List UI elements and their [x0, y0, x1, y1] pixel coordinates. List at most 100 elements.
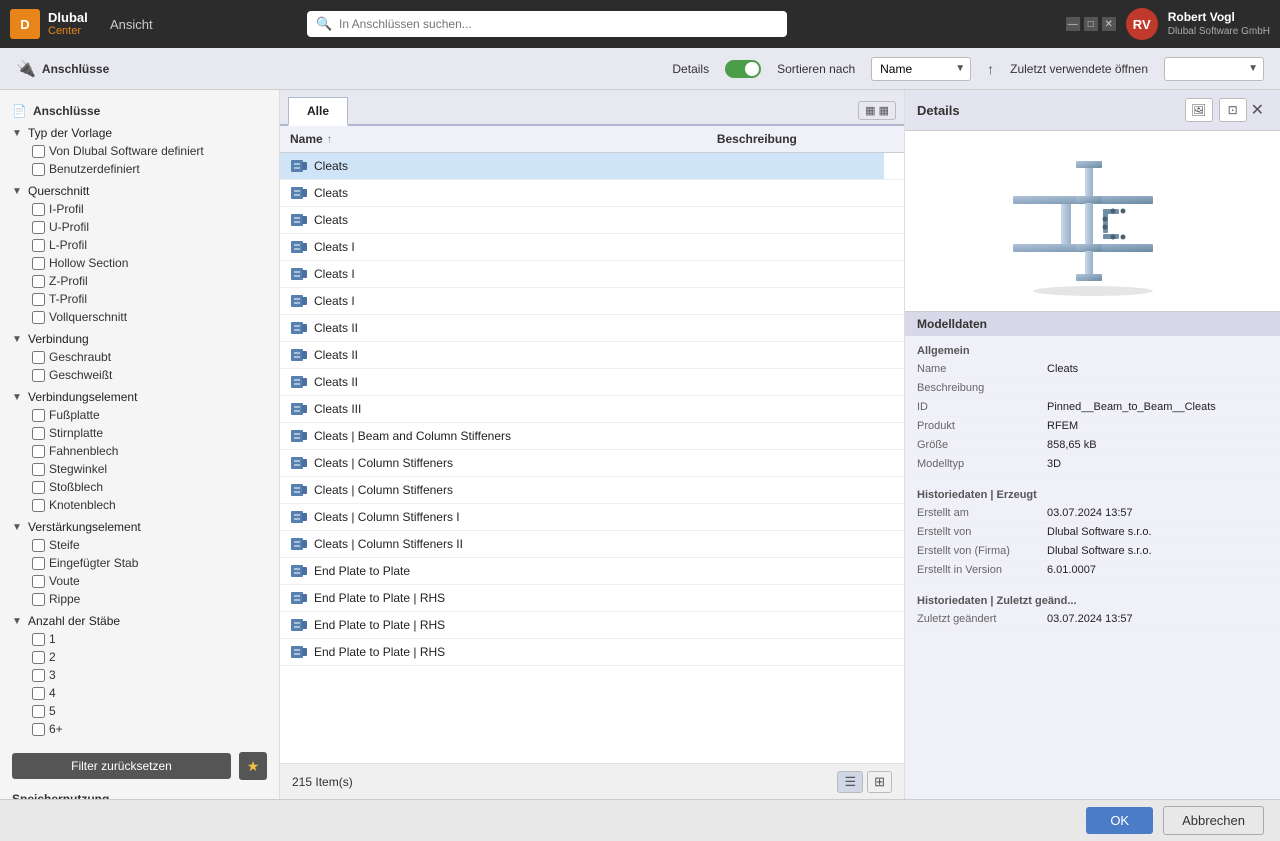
table-row[interactable]: Cleats I	[280, 288, 904, 315]
tree-child-hollow: Hollow Section	[0, 254, 279, 272]
table-row[interactable]: Cleats | Column Stiffeners I	[280, 504, 904, 531]
search-input[interactable]	[307, 11, 787, 37]
table-row[interactable]: Cleats | Column Stiffeners II	[280, 531, 904, 558]
grid-view-button[interactable]: ⊞	[867, 771, 892, 793]
table-row[interactable]: Cleats I	[280, 261, 904, 288]
table-row[interactable]: Cleats | Column Stiffeners	[280, 450, 904, 477]
table-row[interactable]: Cleats II	[280, 369, 904, 396]
sort-select[interactable]: Name Datum Größe	[871, 57, 971, 81]
table-row[interactable]: End Plate to Plate | RHS	[280, 612, 904, 639]
sort-direction-button[interactable]: ↑	[987, 61, 994, 77]
table-row[interactable]: End Plate to Plate | RHS	[280, 639, 904, 666]
logo-top-label: Dlubal	[48, 10, 88, 26]
checkbox-voute[interactable]	[32, 575, 45, 588]
nav-ansicht[interactable]: Ansicht	[100, 17, 163, 32]
details-download-button[interactable]: ⊡	[1219, 98, 1247, 122]
data-label-produkt: Produkt	[917, 420, 1047, 432]
checkbox-stossblech[interactable]	[32, 481, 45, 494]
row-description-cell	[707, 288, 884, 315]
checkbox-stirnplatte[interactable]	[32, 427, 45, 440]
details-page-icon-button[interactable]: 🖼	[1185, 98, 1213, 122]
item-icon	[290, 239, 308, 255]
checkbox-stegwinkel[interactable]	[32, 463, 45, 476]
recently-select[interactable]	[1164, 57, 1264, 81]
data-label-zuletzt: Zuletzt geändert	[917, 613, 1047, 625]
minimize-button[interactable]: —	[1066, 17, 1080, 31]
tree-parent-anzahl[interactable]: ▼ Anzahl der Stäbe	[0, 612, 279, 630]
checkbox-fahnenblech[interactable]	[32, 445, 45, 458]
data-value-name: Cleats	[1047, 363, 1268, 375]
label-z-profil: Z-Profil	[49, 274, 88, 288]
checkbox-6plus[interactable]	[32, 723, 45, 736]
restore-button[interactable]: □	[1084, 17, 1098, 31]
tree-child-t-profil: T-Profil	[0, 290, 279, 308]
tree-parent-querschnitt[interactable]: ▼ Querschnitt	[0, 182, 279, 200]
row-description-cell	[707, 234, 884, 261]
checkbox-5[interactable]	[32, 705, 45, 718]
checkbox-eingefugterstab[interactable]	[32, 557, 45, 570]
details-body: Modelldaten Allgemein Name Cleats Beschr…	[905, 312, 1280, 799]
item-icon	[290, 509, 308, 525]
details-close-button[interactable]: ✕	[1247, 100, 1268, 120]
checkbox-vollquerschnitt[interactable]	[32, 311, 45, 324]
subheader-right: Details Sortieren nach Name Datum Größe …	[672, 57, 1264, 81]
table-row[interactable]: Cleats	[280, 180, 904, 207]
checkbox-4[interactable]	[32, 687, 45, 700]
details-panel: Details 🖼 ⊡ ✕	[904, 90, 1280, 799]
checkbox-t-profil[interactable]	[32, 293, 45, 306]
tree-parent-verstarkungselement[interactable]: ▼ Verstärkungselement	[0, 518, 279, 536]
tree-parent-verbindungselement-label: Verbindungselement	[28, 390, 137, 404]
tree-child-i-profil: I-Profil	[0, 200, 279, 218]
checkbox-geschweisst[interactable]	[32, 369, 45, 382]
ok-button[interactable]: OK	[1086, 807, 1153, 834]
checkbox-steife[interactable]	[32, 539, 45, 552]
table-row[interactable]: End Plate to Plate | RHS	[280, 585, 904, 612]
table-row[interactable]: Cleats | Column Stiffeners	[280, 477, 904, 504]
checkbox-user[interactable]	[32, 163, 45, 176]
table-row[interactable]: Cleats II	[280, 342, 904, 369]
tree-parent-typ[interactable]: ▼ Typ der Vorlage	[0, 124, 279, 142]
item-icon	[290, 617, 308, 633]
checkbox-knotenblech[interactable]	[32, 499, 45, 512]
row-name-text: Cleats | Beam and Column Stiffeners	[314, 429, 511, 443]
checkbox-dlubal[interactable]	[32, 145, 45, 158]
close-button[interactable]: ✕	[1102, 17, 1116, 31]
table-row[interactable]: Cleats II	[280, 315, 904, 342]
sidebar-bottom: Filter zurücksetzen ★ Speichernutzung 💾 …	[0, 740, 279, 799]
checkbox-fussplatte[interactable]	[32, 409, 45, 422]
data-row-grosse: Größe 858,65 kB	[905, 436, 1280, 455]
checkbox-3[interactable]	[32, 669, 45, 682]
checkbox-geschraubt[interactable]	[32, 351, 45, 364]
details-toggle[interactable]	[725, 60, 761, 78]
checkbox-z-profil[interactable]	[32, 275, 45, 288]
checkbox-i-profil[interactable]	[32, 203, 45, 216]
tree-parent-typ-label: Typ der Vorlage	[28, 126, 112, 140]
checkbox-hollow[interactable]	[32, 257, 45, 270]
row-name-text: Cleats	[314, 186, 348, 200]
tab-alle[interactable]: Alle	[288, 97, 348, 126]
list-view-button[interactable]: ☰	[837, 771, 863, 793]
cancel-button[interactable]: Abbrechen	[1163, 806, 1264, 835]
checkbox-l-profil[interactable]	[32, 239, 45, 252]
checkbox-2[interactable]	[32, 651, 45, 664]
favorite-button[interactable]: ★	[239, 752, 267, 780]
row-description-cell	[707, 261, 884, 288]
data-row-modelltyp: Modelltyp 3D	[905, 455, 1280, 474]
filter-reset-button[interactable]: Filter zurücksetzen	[12, 753, 231, 779]
table-row[interactable]: Cleats	[280, 153, 904, 180]
section-modelldaten: Modelldaten	[905, 312, 1280, 336]
tree-parent-verbindung[interactable]: ▼ Verbindung	[0, 330, 279, 348]
data-row-beschreibung: Beschreibung	[905, 379, 1280, 398]
checkbox-rippe[interactable]	[32, 593, 45, 606]
table-row[interactable]: End Plate to Plate	[280, 558, 904, 585]
checkbox-1[interactable]	[32, 633, 45, 646]
checkbox-u-profil[interactable]	[32, 221, 45, 234]
filter-reset-row: Filter zurücksetzen ★	[12, 752, 267, 780]
table-row[interactable]: Cleats | Beam and Column Stiffeners	[280, 423, 904, 450]
data-row-name: Name Cleats	[905, 360, 1280, 379]
tab-layout-button[interactable]: ▦ ▦	[858, 101, 896, 120]
table-row[interactable]: Cleats III	[280, 396, 904, 423]
table-row[interactable]: Cleats I	[280, 234, 904, 261]
tree-parent-verbindungselement[interactable]: ▼ Verbindungselement	[0, 388, 279, 406]
table-row[interactable]: Cleats	[280, 207, 904, 234]
